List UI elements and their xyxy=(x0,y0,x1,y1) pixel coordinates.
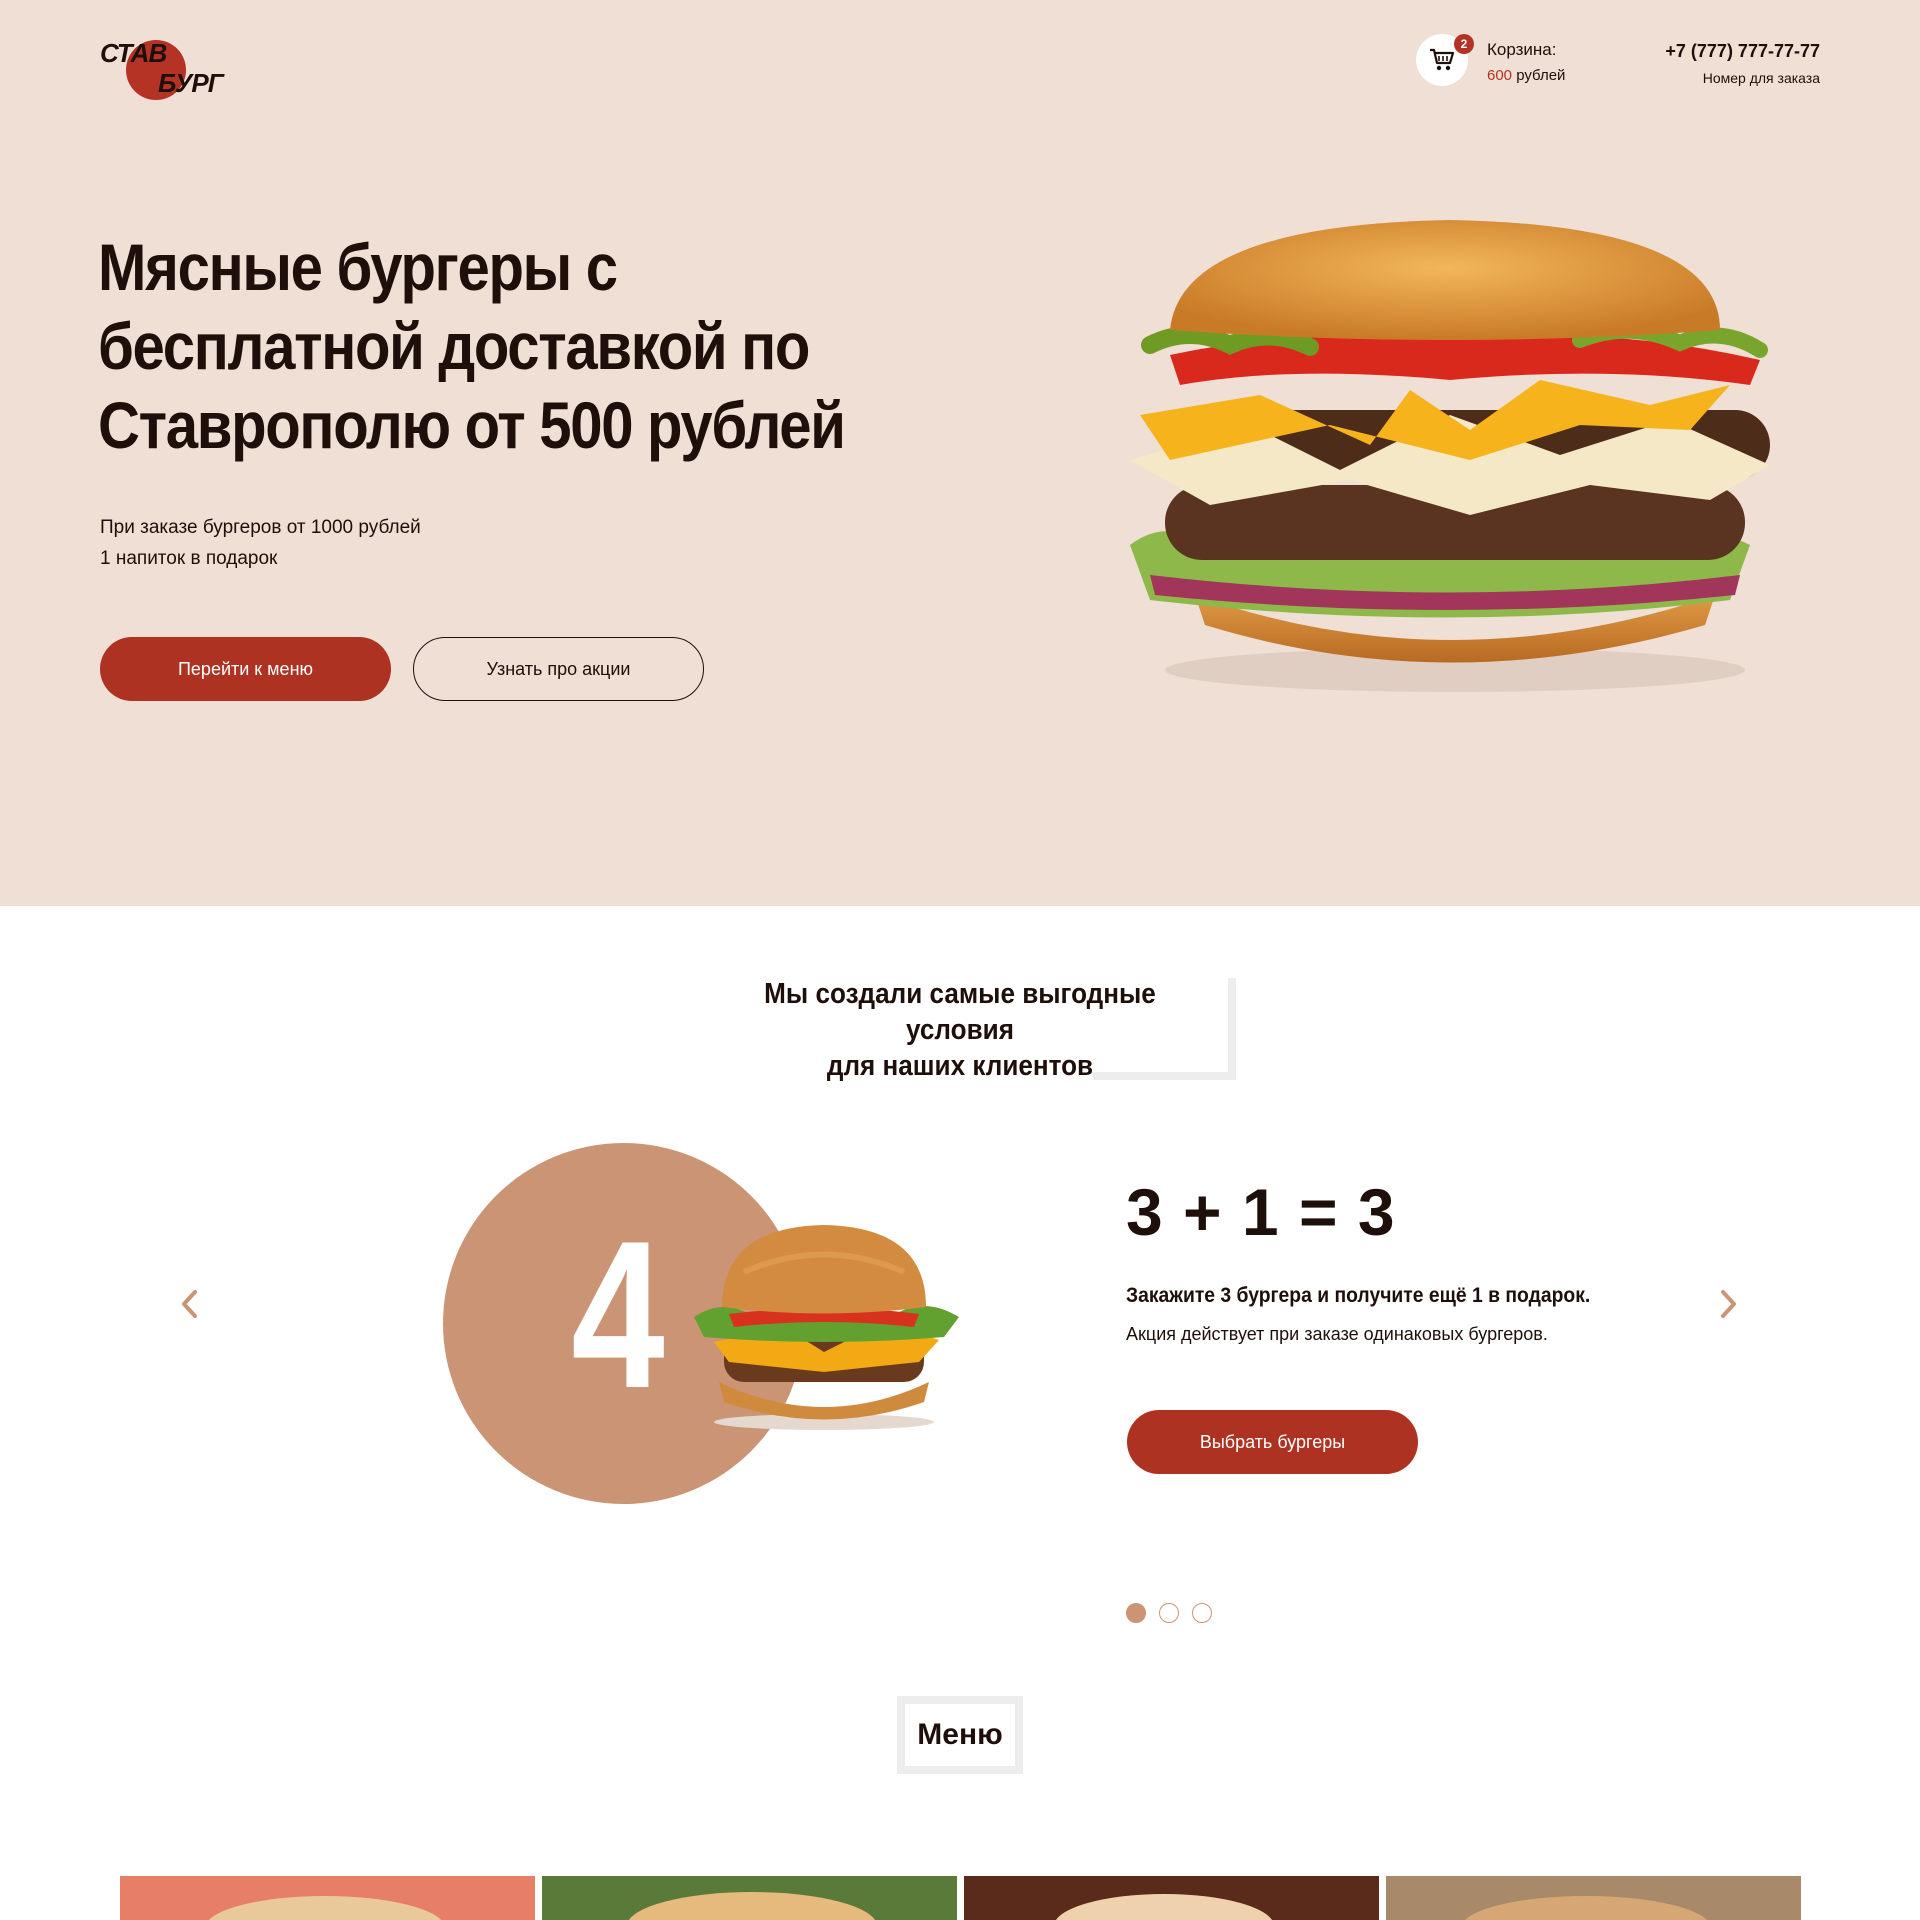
promo-note: Акция действует при заказе одинаковых бу… xyxy=(1126,1324,1548,1344)
logo-text-bottom: БУРГ xyxy=(158,68,224,98)
menu-item-card-2[interactable] xyxy=(542,1876,957,1920)
phone-number[interactable]: +7 (777) 777-77-77 xyxy=(1665,41,1820,62)
cart-count-badge: 2 xyxy=(1454,34,1474,54)
menu-item-card-3[interactable] xyxy=(964,1876,1379,1920)
menu-title: Меню xyxy=(897,1696,1023,1774)
conditions-title: Мы создали самые выгодные условия для на… xyxy=(708,976,1212,1084)
conditions-title-line1: Мы создали самые выгодные условия xyxy=(764,978,1156,1046)
slider-dot-3[interactable] xyxy=(1192,1603,1212,1623)
hero-subtitle: При заказе бургеров от 1000 рублей 1 нап… xyxy=(100,512,421,574)
logo-text-top: СТАВ xyxy=(100,38,167,68)
chevron-left-icon[interactable] xyxy=(175,1284,205,1324)
menu-item-image-4 xyxy=(1386,1876,1801,1920)
phone-caption: Номер для заказа xyxy=(1702,70,1820,86)
chevron-right-icon[interactable] xyxy=(1713,1284,1743,1324)
hero-subtitle-line1: При заказе бургеров от 1000 рублей xyxy=(100,517,421,538)
promotions-button[interactable]: Узнать про акции xyxy=(413,637,704,701)
promo-number: 4 xyxy=(571,1197,665,1432)
cart-amount: 600 xyxy=(1487,67,1513,84)
menu-item-card-4[interactable] xyxy=(1386,1876,1801,1920)
cart-icon xyxy=(1430,48,1455,71)
slider-pagination xyxy=(1126,1603,1212,1623)
go-to-menu-button[interactable]: Перейти к меню xyxy=(100,637,391,701)
cart-label: Корзина: xyxy=(1487,40,1557,59)
conditions-title-line2: для наших клиентов xyxy=(826,1050,1094,1082)
hero-title: Мясные бургеры с бесплатной доставкой по… xyxy=(98,230,846,462)
logo[interactable]: СТАВ БУРГ xyxy=(98,36,230,102)
hero-subtitle-line2: 1 напиток в подарок xyxy=(100,548,278,569)
menu-item-card-1[interactable] xyxy=(120,1876,535,1920)
promo-lead: Закажите 3 бургера и получите ещё 1 в по… xyxy=(1126,1284,1591,1307)
promo-burger-image xyxy=(694,1225,959,1430)
choose-burgers-button[interactable]: Выбрать бургеры xyxy=(1127,1410,1418,1474)
cart-total: 600 рублей xyxy=(1487,67,1565,84)
slider-dot-2[interactable] xyxy=(1159,1603,1179,1623)
menu-item-image-1 xyxy=(120,1876,535,1920)
promo-equation: 3 + 1 = 3 xyxy=(1126,1175,1396,1249)
cart-currency: рублей xyxy=(1516,67,1566,84)
menu-item-image-2 xyxy=(542,1876,957,1920)
menu-item-image-3 xyxy=(964,1876,1379,1920)
hero-burger-image xyxy=(1130,220,1770,692)
slider-dot-1[interactable] xyxy=(1126,1603,1146,1623)
